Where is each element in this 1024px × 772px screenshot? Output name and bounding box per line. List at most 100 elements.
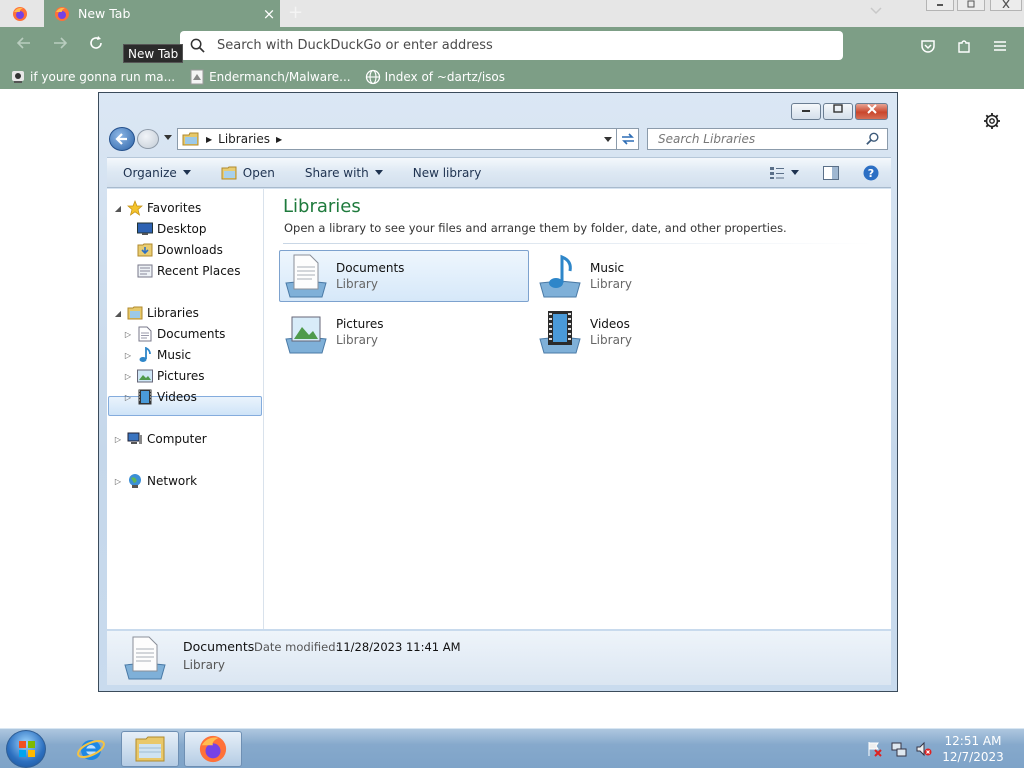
collapse-triangle-icon[interactable]: ◢: [113, 309, 123, 318]
tray-action-center[interactable]: [866, 741, 882, 757]
open-button[interactable]: Open: [213, 166, 283, 180]
explorer-address-bar[interactable]: ▶ Libraries ▶: [177, 128, 617, 150]
new-tab-button[interactable]: +: [288, 2, 303, 23]
library-name: Music: [590, 261, 625, 275]
explorer-forward-button[interactable]: [137, 129, 159, 149]
library-kind: Library: [590, 333, 632, 347]
preview-pane-icon: [823, 165, 839, 180]
change-view-button[interactable]: [761, 166, 807, 180]
nav-item-music[interactable]: ▷ Music: [123, 345, 191, 365]
dropdown-caret-icon: [182, 170, 191, 175]
nav-item-network[interactable]: ▷ Network: [113, 471, 197, 491]
search-icon[interactable]: [866, 132, 880, 146]
recent-places-icon: [137, 264, 153, 278]
nav-item-documents[interactable]: ▷ Documents: [123, 324, 225, 344]
library-kind: Library: [336, 333, 378, 347]
explorer-close-button[interactable]: [855, 103, 888, 120]
expand-triangle-icon[interactable]: ▷: [113, 477, 123, 486]
address-dropdown-icon[interactable]: [600, 129, 616, 149]
tab-new-tab[interactable]: New Tab ×: [44, 0, 280, 27]
desktop-icon: [137, 222, 153, 235]
library-tile-music[interactable]: Music Library: [533, 250, 783, 302]
nav-item-pictures[interactable]: ▷ Pictures: [123, 366, 205, 386]
nav-item-recent-places[interactable]: Recent Places: [123, 261, 240, 281]
app-menu-button[interactable]: [989, 35, 1011, 57]
taskbar-clock[interactable]: 12:51 AM 12/7/2023: [930, 733, 1016, 765]
tab-close-icon[interactable]: ×: [258, 5, 280, 23]
explorer-window: ▶ Libraries ▶ Organize Open Share with N…: [98, 92, 898, 692]
nav-item-desktop[interactable]: Desktop: [123, 219, 207, 239]
bookmark-item[interactable]: if youre gonna run ma...: [10, 69, 175, 85]
documents-icon: [138, 326, 152, 342]
back-arrow-icon: [16, 37, 30, 49]
explorer-search-input[interactable]: [656, 131, 866, 147]
libraries-folder-icon: [182, 132, 199, 146]
breadcrumb-libraries[interactable]: Libraries: [218, 132, 270, 146]
dropdown-caret-icon: [374, 170, 383, 175]
content-pane: Libraries Open a library to see your fil…: [265, 189, 891, 629]
music-library-icon: [539, 254, 581, 298]
bookmark-page-icon: [190, 69, 204, 84]
explorer-refresh-button[interactable]: [617, 128, 639, 150]
library-name: Videos: [590, 317, 630, 331]
expand-triangle-icon[interactable]: ▷: [123, 393, 133, 402]
explorer-minimize-button[interactable]: [791, 103, 821, 120]
back-button[interactable]: [13, 35, 35, 57]
library-tile-pictures[interactable]: Pictures Library: [279, 306, 529, 358]
folder-icon: [135, 736, 165, 762]
hamburger-menu-icon: [994, 41, 1006, 51]
pictures-library-icon: [285, 316, 327, 354]
organize-label: Organize: [123, 165, 177, 180]
forward-button[interactable]: [49, 35, 71, 57]
url-input[interactable]: [215, 37, 815, 54]
page-settings-button[interactable]: [983, 112, 1001, 133]
tray-network[interactable]: [891, 741, 907, 757]
breadcrumb-separator-icon[interactable]: ▶: [276, 135, 282, 144]
dropdown-caret-icon: [791, 170, 799, 175]
explorer-maximize-button[interactable]: [823, 103, 853, 120]
help-button[interactable]: ?: [855, 165, 887, 181]
nav-label: Computer: [147, 432, 207, 446]
open-label: Open: [242, 165, 275, 180]
organize-button[interactable]: Organize: [115, 166, 199, 180]
collapse-triangle-icon[interactable]: ◢: [113, 204, 123, 213]
nav-item-libraries[interactable]: ◢ Libraries: [113, 303, 199, 323]
window-close-button[interactable]: [990, 0, 1022, 11]
start-button[interactable]: [6, 730, 46, 768]
expand-triangle-icon[interactable]: ▷: [113, 435, 123, 444]
restore-icon: [967, 0, 975, 8]
nav-item-videos[interactable]: ▷ Videos: [123, 387, 197, 407]
expand-triangle-icon[interactable]: ▷: [123, 372, 133, 381]
recent-pages-dropdown-icon[interactable]: [164, 135, 172, 140]
tab-list-chevron-icon[interactable]: [870, 4, 882, 18]
taskbar-file-explorer[interactable]: [121, 731, 179, 767]
nav-item-favorites[interactable]: ◢ Favorites: [113, 198, 201, 218]
window-restore-button[interactable]: [957, 0, 985, 11]
explorer-search-box[interactable]: [647, 128, 888, 150]
window-minimize-button[interactable]: [926, 0, 954, 11]
nav-item-downloads[interactable]: Downloads: [123, 240, 223, 260]
extensions-button[interactable]: [953, 35, 975, 57]
explorer-back-button[interactable]: [109, 127, 135, 151]
nav-item-computer[interactable]: ▷ Computer: [113, 429, 207, 449]
expand-triangle-icon[interactable]: ▷: [123, 351, 133, 360]
taskbar-internet-explorer[interactable]: [62, 731, 120, 767]
nav-label: Pictures: [157, 369, 205, 383]
open-folder-icon: [221, 166, 237, 179]
share-with-button[interactable]: Share with: [297, 166, 391, 180]
minimize-icon: [937, 4, 943, 6]
preview-pane-button[interactable]: [815, 165, 847, 180]
expand-triangle-icon[interactable]: ▷: [123, 330, 133, 339]
breadcrumb-separator-icon[interactable]: ▶: [206, 135, 212, 144]
explorer-command-bar: Organize Open Share with New library ?: [107, 157, 891, 188]
library-tile-documents[interactable]: Documents Library: [279, 250, 529, 302]
bookmark-item[interactable]: Index of ~dartz/isos: [365, 69, 505, 85]
pocket-button[interactable]: [917, 35, 939, 57]
bookmark-item[interactable]: Endermanch/Malware...: [189, 69, 351, 85]
firefox-view-button[interactable]: [0, 0, 40, 27]
reload-button[interactable]: [85, 35, 107, 57]
url-bar[interactable]: [180, 31, 843, 60]
new-library-button[interactable]: New library: [405, 166, 490, 180]
library-tile-videos[interactable]: Videos Library: [533, 306, 783, 358]
taskbar-firefox[interactable]: [184, 731, 242, 767]
